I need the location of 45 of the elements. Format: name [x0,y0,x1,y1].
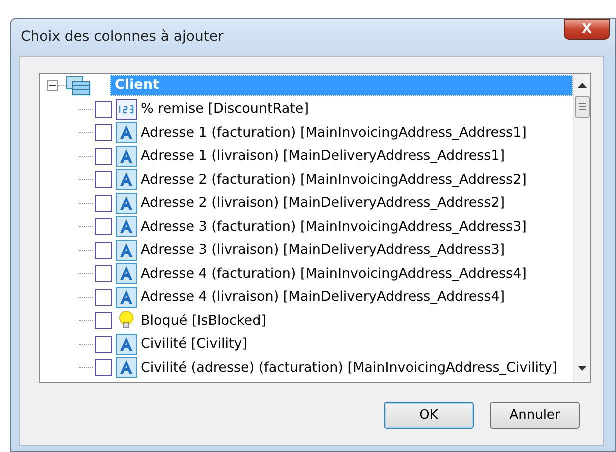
text-type-icon [116,146,137,167]
text-type-icon [116,334,137,355]
checkbox[interactable] [95,124,112,142]
text-type-icon [116,192,137,214]
scroll-thumb[interactable] [574,96,590,118]
collapse-icon[interactable] [47,80,58,92]
scrollbar[interactable] [573,74,590,382]
tree-node[interactable]: Adresse 3 (facturation) [MainInvoicingAddress_Address3] [141,216,527,237]
text-type-icon [116,286,137,308]
tree-node[interactable]: Civilité (adresse) (facturation) [MainInvoicingAddress_Civility] [141,358,558,378]
tree-node[interactable]: Bloqué [IsBlocked] [141,310,266,331]
text-type-icon [116,122,137,144]
tree-node[interactable]: Civilité [Civility] [141,334,248,354]
checkbox[interactable] [95,265,112,282]
table-icon [66,76,91,96]
scroll-up-icon[interactable] [578,83,586,89]
tree-node[interactable]: Adresse 1 (facturation) [MainInvoicingAddress_Address1] [141,122,527,143]
text-type-icon [116,263,137,284]
tree-node[interactable]: Adresse 4 (livraison) [MainDeliveryAddress_Address4] [141,287,506,308]
dialog-button[interactable]: OK [384,402,474,429]
tree-node[interactable]: Adresse 2 (facturation) [MainInvoicingAddress_Address2] [141,170,527,190]
number-type-icon [116,98,137,120]
tree-node[interactable]: % remise [DiscountRate] [141,99,309,120]
checkbox[interactable] [95,242,112,259]
checkbox[interactable] [95,218,112,236]
text-type-icon [116,240,137,261]
tree-node[interactable]: Adresse 1 (livraison) [MainDeliveryAddress_Address1] [141,146,506,166]
text-type-icon [116,357,137,378]
checkbox[interactable] [95,359,112,376]
checkbox[interactable] [95,171,112,188]
scroll-down-icon[interactable] [578,366,586,372]
tree-node[interactable]: Adresse 4 (facturation) [MainInvoicingAddress_Address4] [141,264,527,284]
checkbox[interactable] [95,148,112,165]
dialog-button[interactable]: Annuler [490,402,580,429]
checkbox[interactable] [95,336,112,353]
close-button[interactable]: X [564,19,610,40]
checkbox[interactable] [95,288,112,306]
text-type-icon [116,216,137,238]
window-title: Choix des colonnes à ajouter [21,28,224,47]
tree-node[interactable]: Adresse 3 (livraison) [MainDeliveryAddress_Address3] [141,240,506,260]
checkbox[interactable] [95,194,112,212]
checkbox[interactable] [95,100,112,118]
tree-node[interactable]: Adresse 2 (livraison) [MainDeliveryAddress_Address2] [141,193,506,214]
text-type-icon [116,169,137,190]
checkbox[interactable] [95,312,112,330]
